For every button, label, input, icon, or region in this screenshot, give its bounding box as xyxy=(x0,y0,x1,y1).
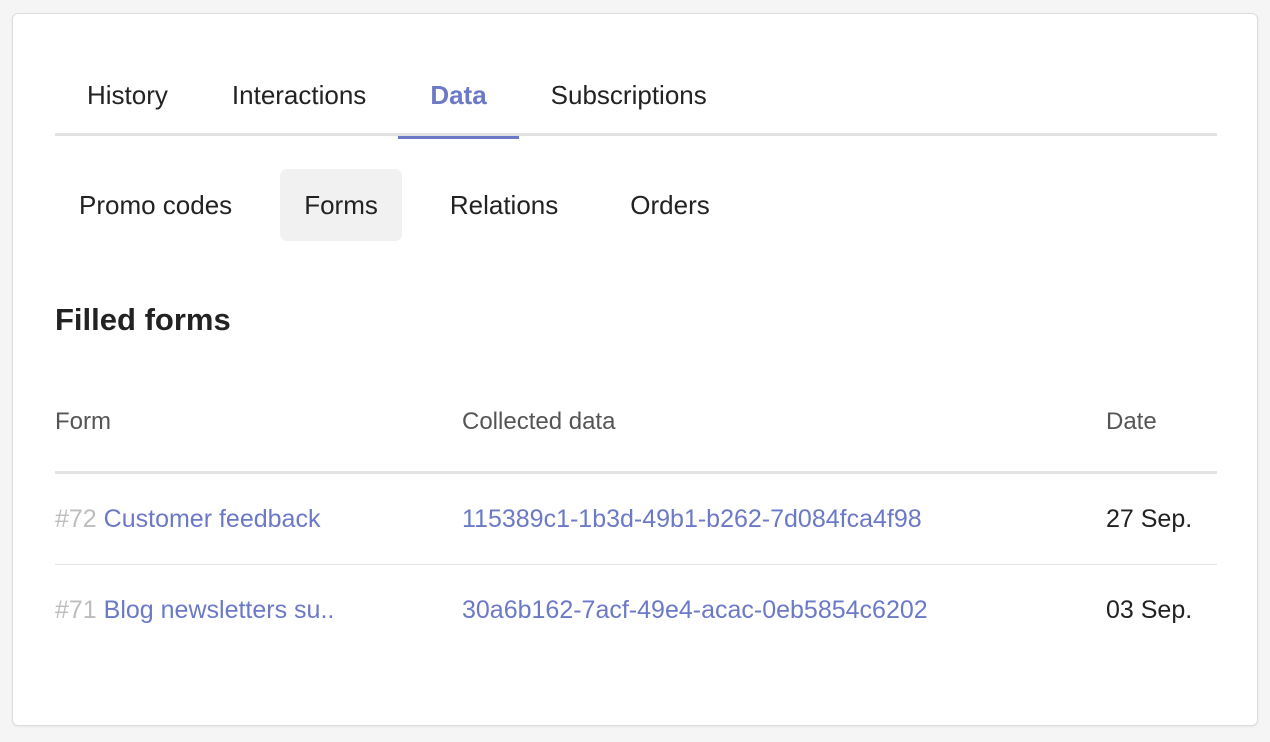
subtab-forms[interactable]: Forms xyxy=(280,169,402,241)
subtab-promo-codes[interactable]: Promo codes xyxy=(55,169,256,241)
form-name-link[interactable]: Blog newsletters su.. xyxy=(104,596,335,624)
form-name-link[interactable]: Customer feedback xyxy=(104,505,321,533)
table-header: Form Collected data Date xyxy=(55,394,1217,474)
filled-forms-table: Form Collected data Date #72 Customer fe… xyxy=(55,394,1217,656)
collected-data-link[interactable]: 115389c1-1b3d-49b1-b262-7d084fca4f98 xyxy=(462,505,922,534)
header-collected-data: Collected data xyxy=(462,408,616,435)
header-date: Date xyxy=(1106,408,1157,435)
table-row: #72 Customer feedback 115389c1-1b3d-49b1… xyxy=(55,474,1217,565)
form-cell: #72 Customer feedback xyxy=(55,505,320,534)
section-title: Filled forms xyxy=(55,302,231,337)
sub-tabs: Promo codes Forms Relations Orders xyxy=(55,169,734,241)
subtab-relations[interactable]: Relations xyxy=(426,169,582,241)
form-id: #71 xyxy=(55,596,97,624)
tab-data[interactable]: Data xyxy=(398,72,520,139)
form-cell: #71 Blog newsletters su.. xyxy=(55,596,334,625)
tab-history[interactable]: History xyxy=(55,72,200,136)
tab-subscriptions[interactable]: Subscriptions xyxy=(519,72,739,136)
subtab-orders[interactable]: Orders xyxy=(606,169,733,241)
date-cell: 27 Sep. xyxy=(1106,505,1193,533)
profile-data-card: History Interactions Data Subscriptions … xyxy=(12,13,1258,726)
header-form: Form xyxy=(55,408,111,435)
form-id: #72 xyxy=(55,505,97,533)
date-cell: 03 Sep. xyxy=(1106,596,1193,624)
main-tabs: History Interactions Data Subscriptions xyxy=(55,72,1217,139)
collected-data-link[interactable]: 30a6b162-7acf-49e4-acac-0eb5854c6202 xyxy=(462,596,928,625)
table-row: #71 Blog newsletters su.. 30a6b162-7acf-… xyxy=(55,565,1217,656)
tab-interactions[interactable]: Interactions xyxy=(200,72,398,136)
